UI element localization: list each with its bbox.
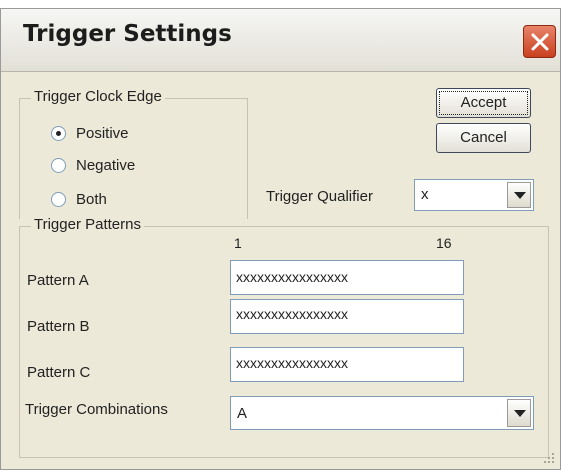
resize-grip-icon[interactable]: [542, 451, 556, 465]
chevron-down-icon[interactable]: [507, 182, 531, 208]
bit-start-label: 1: [234, 235, 242, 251]
accept-button[interactable]: Accept: [436, 88, 531, 118]
trigger-combinations-select[interactable]: A: [230, 396, 534, 430]
trigger-combinations-label: Trigger Combinations: [25, 401, 168, 418]
pattern-b-input[interactable]: xxxxxxxxxxxxxxxx: [230, 299, 464, 334]
radio-negative[interactable]: Negative: [51, 154, 135, 176]
close-icon: [531, 33, 549, 51]
radio-circle[interactable]: [51, 125, 66, 141]
pattern-c-label: Pattern C: [27, 364, 91, 381]
trigger-patterns-legend: Trigger Patterns: [31, 216, 144, 233]
radio-label: Positive: [76, 124, 129, 142]
trigger-qualifier-label: Trigger Qualifier: [266, 188, 373, 205]
trigger-combinations-value: A: [237, 405, 248, 422]
close-button[interactable]: [523, 25, 556, 58]
pattern-a-label: Pattern A: [27, 272, 89, 289]
cancel-button[interactable]: Cancel: [436, 123, 531, 153]
clock-edge-legend: Trigger Clock Edge: [31, 88, 165, 105]
trigger-qualifier-select[interactable]: x: [414, 179, 534, 211]
radio-circle[interactable]: [51, 157, 66, 173]
radio-circle[interactable]: [51, 191, 66, 207]
title-bar[interactable]: Trigger Settings: [1, 9, 560, 72]
pattern-a-input[interactable]: xxxxxxxxxxxxxxxx: [230, 260, 464, 295]
radio-label: Negative: [76, 156, 136, 174]
pattern-b-label: Pattern B: [27, 318, 90, 335]
trigger-settings-dialog: Trigger Settings Trigger Clock Edge Posi…: [0, 8, 561, 470]
dialog-title: Trigger Settings: [23, 21, 232, 47]
radio-both[interactable]: Both: [51, 188, 107, 210]
radio-positive[interactable]: Positive: [51, 122, 129, 144]
bit-end-label: 16: [436, 235, 452, 251]
chevron-down-icon[interactable]: [507, 399, 531, 427]
pattern-c-input[interactable]: xxxxxxxxxxxxxxxx: [230, 347, 464, 382]
radio-label: Both: [76, 190, 107, 208]
trigger-qualifier-value: x: [421, 186, 429, 203]
